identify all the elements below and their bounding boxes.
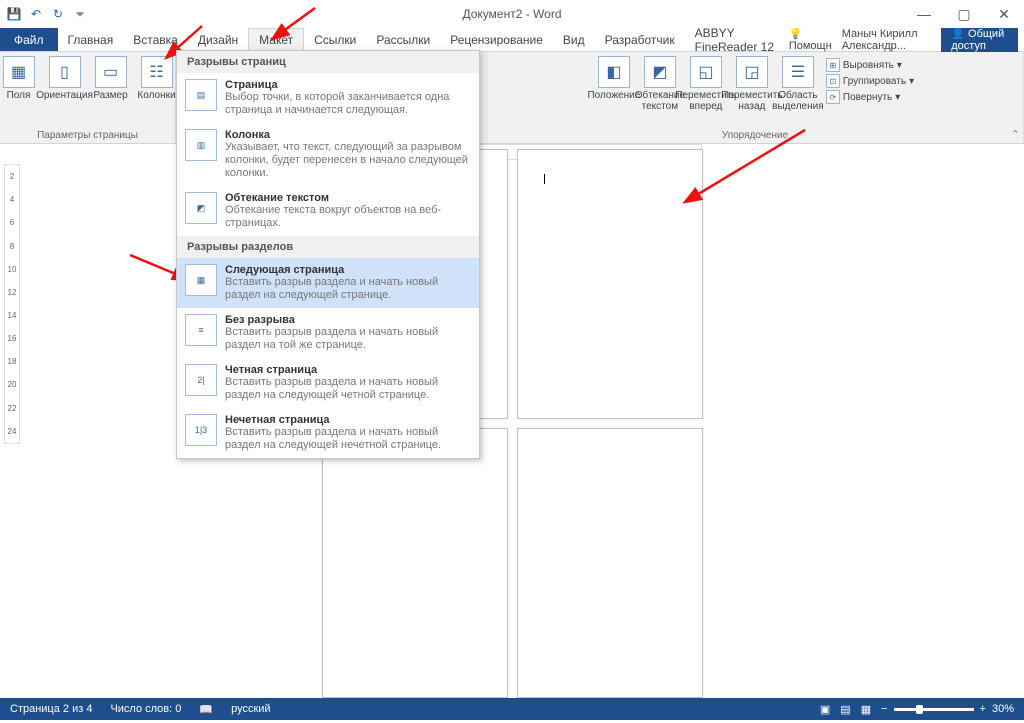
dd-item-textwrap[interactable]: ◩ Обтекание текстомОбтекание текста вокр… bbox=[177, 186, 479, 236]
ruler-vertical[interactable]: 24681012141618202224 bbox=[4, 164, 20, 444]
status-wordcount[interactable]: Число слов: 0 bbox=[110, 703, 181, 715]
maximize-button[interactable]: ▢ bbox=[944, 0, 984, 28]
window-title: Документ2 - Word bbox=[462, 7, 561, 21]
tab-references[interactable]: Ссылки bbox=[304, 28, 366, 51]
breaks-dropdown: Разрывы страниц ▤ СтраницаВыбор точки, в… bbox=[176, 50, 480, 459]
close-button[interactable]: ✕ bbox=[984, 0, 1024, 28]
selection-pane-button[interactable]: ☰Область выделения bbox=[776, 54, 820, 128]
oddpage-break-icon: 1|3 bbox=[185, 414, 217, 446]
status-page[interactable]: Страница 2 из 4 bbox=[10, 703, 92, 715]
dd-section-pagebreaks: Разрывы страниц bbox=[177, 51, 479, 73]
tab-file[interactable]: Файл bbox=[0, 28, 58, 51]
dd-item-oddpage[interactable]: 1|3 Нечетная страницаВставить разрыв раз… bbox=[177, 408, 479, 458]
page-break-icon: ▤ bbox=[185, 79, 217, 111]
save-icon[interactable]: 💾 bbox=[6, 6, 22, 22]
dd-item-column[interactable]: ▥ КолонкаУказывает, что текст, следующий… bbox=[177, 123, 479, 186]
page-2[interactable] bbox=[517, 149, 703, 419]
textwrap-break-icon: ◩ bbox=[185, 192, 217, 224]
zoom-slider[interactable] bbox=[894, 708, 974, 711]
collapse-ribbon-icon[interactable]: ⌃ bbox=[1011, 128, 1020, 141]
group-page-setup: Параметры страницы bbox=[37, 128, 138, 143]
continuous-break-icon: ≡ bbox=[185, 314, 217, 346]
tab-insert[interactable]: Вставка bbox=[123, 28, 188, 51]
dd-item-nextpage[interactable]: ▦ Следующая страницаВставить разрыв разд… bbox=[177, 258, 479, 308]
position-button[interactable]: ◧Положение bbox=[592, 54, 636, 128]
tab-design[interactable]: Дизайн bbox=[188, 28, 248, 51]
page-3[interactable] bbox=[322, 428, 508, 698]
tab-view[interactable]: Вид bbox=[553, 28, 595, 51]
zoom-level[interactable]: 30% bbox=[992, 703, 1014, 715]
orientation-button[interactable]: ▯Ориентация bbox=[43, 54, 87, 128]
tell-me[interactable]: 💡 Помощн bbox=[789, 27, 832, 52]
dd-item-page[interactable]: ▤ СтраницаВыбор точки, в которой заканчи… bbox=[177, 73, 479, 123]
column-break-icon: ▥ bbox=[185, 129, 217, 161]
align-button[interactable]: ⊞Выровнять ▾ bbox=[826, 58, 902, 72]
margins-button[interactable]: ▦Поля bbox=[0, 54, 41, 128]
group-button[interactable]: ⊡Группировать ▾ bbox=[826, 74, 914, 88]
send-backward-button[interactable]: ◲Переместить назад bbox=[730, 54, 774, 128]
dd-item-evenpage[interactable]: 2| Четная страницаВставить разрыв раздел… bbox=[177, 358, 479, 408]
undo-icon[interactable]: ↶ bbox=[28, 6, 44, 22]
tab-home[interactable]: Главная bbox=[58, 28, 124, 51]
dd-item-continuous[interactable]: ≡ Без разрываВставить разрыв раздела и н… bbox=[177, 308, 479, 358]
view-readmode-icon[interactable]: ▣ bbox=[820, 703, 830, 716]
ribbon: ▦Поля ▯Ориентация ▭Размер ☷Колонки Парам… bbox=[0, 52, 1024, 144]
tab-developer[interactable]: Разработчик bbox=[595, 28, 685, 51]
tab-abbyy[interactable]: ABBYY FineReader 12 bbox=[685, 28, 789, 51]
share-button[interactable]: 👤 Общий доступ bbox=[941, 24, 1018, 55]
columns-button[interactable]: ☷Колонки bbox=[135, 54, 179, 128]
user-name[interactable]: Маныч Кирилл Александр... bbox=[842, 28, 932, 52]
view-print-icon[interactable]: ▤ bbox=[840, 703, 850, 716]
ribbon-tabs: Файл Главная Вставка Дизайн Макет Ссылки… bbox=[0, 28, 1024, 52]
view-web-icon[interactable]: ▦ bbox=[861, 703, 871, 716]
text-cursor bbox=[544, 174, 545, 184]
redo-icon[interactable]: ↻ bbox=[50, 6, 66, 22]
status-bar: Страница 2 из 4 Число слов: 0 📖 русский … bbox=[0, 698, 1024, 720]
size-button[interactable]: ▭Размер bbox=[89, 54, 133, 128]
qa-customize-icon[interactable]: ⏷ bbox=[72, 6, 88, 22]
tab-layout[interactable]: Макет bbox=[248, 28, 304, 52]
status-language[interactable]: русский bbox=[231, 703, 270, 715]
tab-review[interactable]: Рецензирование bbox=[440, 28, 553, 51]
page-4[interactable] bbox=[517, 428, 703, 698]
tab-mailings[interactable]: Рассылки bbox=[366, 28, 440, 51]
minimize-button[interactable]: — bbox=[904, 0, 944, 28]
rotate-button[interactable]: ⟳Повернуть ▾ bbox=[826, 90, 900, 104]
zoom-control[interactable]: −+ 30% bbox=[881, 703, 1014, 715]
dd-section-sectionbreaks: Разрывы разделов bbox=[177, 236, 479, 258]
status-proofing-icon[interactable]: 📖 bbox=[199, 703, 213, 716]
nextpage-break-icon: ▦ bbox=[185, 264, 217, 296]
document-area: 2◂246810121416 24681012141618202224 bbox=[0, 144, 1024, 698]
group-arrange: Упорядочение bbox=[722, 128, 788, 143]
titlebar: 💾 ↶ ↻ ⏷ Документ2 - Word — ▢ ✕ bbox=[0, 0, 1024, 28]
evenpage-break-icon: 2| bbox=[185, 364, 217, 396]
